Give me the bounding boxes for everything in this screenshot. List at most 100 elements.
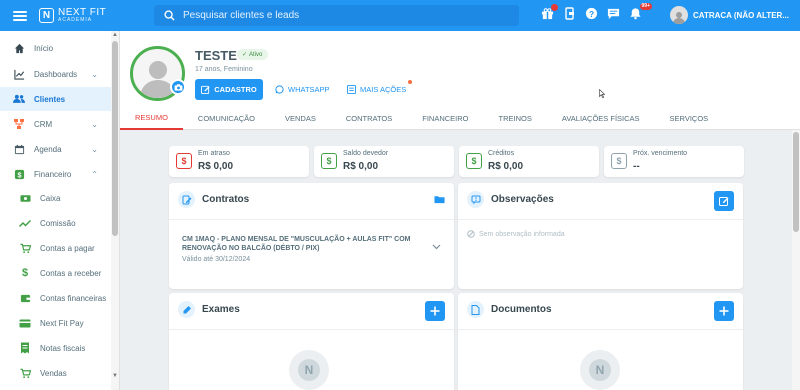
sidebar-item-crm[interactable]: CRM ⌄ xyxy=(0,112,112,136)
tab-avaliacoes-fisicas[interactable]: AVALIAÇÕES FÍSICAS xyxy=(547,106,655,130)
cadastro-button[interactable]: CADASTRO xyxy=(195,79,263,100)
camera-icon[interactable] xyxy=(170,79,186,95)
sidebar-item-agenda[interactable]: Agenda ⌄ xyxy=(0,137,112,161)
user-menu[interactable]: CATRACA (NÃO ALTER... xyxy=(670,6,789,24)
help-icon[interactable]: ? xyxy=(584,6,599,21)
sidebar-item-inicio[interactable]: Início xyxy=(0,36,112,60)
empty-exams-illustration: N xyxy=(289,350,329,390)
empty-documents-illustration: N xyxy=(580,350,620,390)
divider xyxy=(169,329,454,330)
sidebar-subitem-label: Contas a pagar xyxy=(40,243,95,253)
mais-acoes-label: MAIS AÇÕES xyxy=(360,85,407,94)
sidebar-item-financeiro[interactable]: $ Financeiro ⌃ xyxy=(0,162,112,186)
gift-dot xyxy=(551,4,558,11)
exams-title: Exames xyxy=(202,304,240,315)
mais-acoes-link[interactable]: MAIS AÇÕES xyxy=(347,79,413,100)
main-scroll-thumb[interactable] xyxy=(793,132,799,232)
sidebar-subitem-next-fit-pay[interactable]: Next Fit Pay xyxy=(0,311,112,335)
chevron-down-icon: ⌄ xyxy=(91,69,98,79)
dollar-icon: $ xyxy=(21,267,29,279)
tab-vendas[interactable]: VENDAS xyxy=(270,106,331,130)
add-document-button[interactable] xyxy=(714,301,734,321)
no-data-icon xyxy=(467,230,475,238)
tab-resumo[interactable]: RESUMO xyxy=(120,106,183,130)
add-exam-button[interactable] xyxy=(425,301,445,321)
summary-value: -- xyxy=(633,161,640,172)
money-icon: $ xyxy=(13,168,25,180)
divider xyxy=(458,329,743,330)
observations-title: Observações xyxy=(491,194,554,205)
contract-icon xyxy=(178,191,195,208)
contract-validity: Válido até 30/12/2024 xyxy=(182,256,251,263)
contracts-card: Contratos CM 1MAQ - PLANO MENSAL DE "MUS… xyxy=(169,183,454,289)
contract-title[interactable]: CM 1MAQ - PLANO MENSAL DE "MUSCULAÇÃO + … xyxy=(182,235,418,253)
exam-icon xyxy=(178,301,195,318)
whatsapp-link[interactable]: WHATSAPP xyxy=(275,79,330,100)
money-due-icon: $ xyxy=(611,153,627,169)
documents-title: Documentos xyxy=(491,304,552,315)
menu-icon[interactable] xyxy=(13,10,27,21)
folder-icon[interactable] xyxy=(434,195,445,204)
sidebar-scrollbar[interactable]: ▲ ▼ xyxy=(111,31,119,390)
sidebar-subitem-caixa[interactable]: Caixa xyxy=(0,186,112,210)
money-debt-icon: $ xyxy=(321,153,337,169)
edit-observation-button[interactable] xyxy=(714,191,734,211)
logo[interactable]: N NEXT FIT ACADEMIA xyxy=(39,8,106,23)
tab-treinos[interactable]: TREINOS xyxy=(484,106,547,130)
crm-icon xyxy=(13,118,25,130)
avatar xyxy=(670,6,688,24)
gift-icon[interactable] xyxy=(540,4,558,21)
tab-contratos[interactable]: CONTRATOS xyxy=(331,106,407,130)
search-bar[interactable] xyxy=(154,5,519,26)
sidebar-item-label: Dashboards xyxy=(34,69,78,79)
tab-financeiro[interactable]: FINANCEIRO xyxy=(407,106,483,130)
sidebar-subitem-notas-fiscais[interactable]: Notas fiscais xyxy=(0,336,112,360)
summary-card-creditos: $ Créditos R$ 0,00 xyxy=(459,146,599,177)
sidebar-subitem-contas-financeiras[interactable]: Contas financeiras xyxy=(0,286,112,310)
profile-header: TESTE ✓ Ativo 17 anos, Feminino CADASTRO… xyxy=(120,31,800,130)
summary-label: Créditos xyxy=(488,150,515,157)
search-icon xyxy=(164,10,175,21)
observation-icon xyxy=(467,191,484,208)
sidebar-scroll-thumb[interactable] xyxy=(112,41,118,236)
check-icon: ✓ xyxy=(242,52,248,58)
bell-icon[interactable]: 99+ xyxy=(628,3,652,21)
whatsapp-label: WHATSAPP xyxy=(288,85,330,94)
sidebar-item-label: Início xyxy=(34,43,54,53)
document-icon xyxy=(467,301,484,318)
summary-label: Próx. vencimento xyxy=(633,150,688,157)
mais-acoes-dot xyxy=(408,80,413,84)
search-input[interactable] xyxy=(183,10,503,21)
home-icon xyxy=(13,42,25,54)
logo-subtext: ACADEMIA xyxy=(58,17,93,23)
status-badge: ✓ Ativo xyxy=(237,49,269,60)
sidebar-subitem-contas-receber[interactable]: $ Contas a receber xyxy=(0,261,112,285)
sidebar-item-label: Financeiro xyxy=(34,169,72,179)
chat-icon[interactable] xyxy=(606,6,621,21)
sidebar-subitem-comissao[interactable]: Comissão xyxy=(0,211,112,235)
tab-comunicacao[interactable]: COMUNICAÇÃO xyxy=(183,106,270,130)
sidebar-subitem-label: Next Fit Pay xyxy=(40,318,84,328)
tab-servicos[interactable]: SERVIÇOS xyxy=(655,106,724,130)
logout-icon[interactable] xyxy=(562,6,577,21)
documents-card: Documentos N xyxy=(458,293,743,390)
cart-sale-icon xyxy=(19,367,31,379)
scroll-down-icon[interactable]: ▼ xyxy=(112,373,118,379)
sidebar-subitem-label: Notas fiscais xyxy=(40,343,86,353)
sidebar-subitem-vendas[interactable]: Vendas xyxy=(0,361,112,385)
chart-icon xyxy=(13,68,25,80)
sidebar-subitem-label: Contas financeiras xyxy=(40,293,107,303)
summary-card-em-atraso: $ Em atraso R$ 0,00 xyxy=(169,146,309,177)
next-fit-logo-icon: N xyxy=(589,359,611,381)
chevron-down-icon: ⌄ xyxy=(91,144,98,154)
scroll-up-icon[interactable]: ▲ xyxy=(112,32,118,38)
sidebar-item-dashboards[interactable]: Dashboards ⌄ xyxy=(0,62,112,86)
summary-card-saldo-devedor: $ Saldo devedor R$ 0,00 xyxy=(314,146,454,177)
sidebar-subitem-contas-pagar[interactable]: Contas a pagar xyxy=(0,236,112,260)
chevron-down-icon[interactable] xyxy=(432,244,441,250)
exams-card: Exames N xyxy=(169,293,454,390)
sidebar-subitem-label: Contas a receber xyxy=(40,268,102,278)
sidebar-item-clientes[interactable]: Clientes xyxy=(0,87,112,111)
svg-text:$: $ xyxy=(17,170,21,179)
main-scrollbar[interactable] xyxy=(792,130,800,390)
